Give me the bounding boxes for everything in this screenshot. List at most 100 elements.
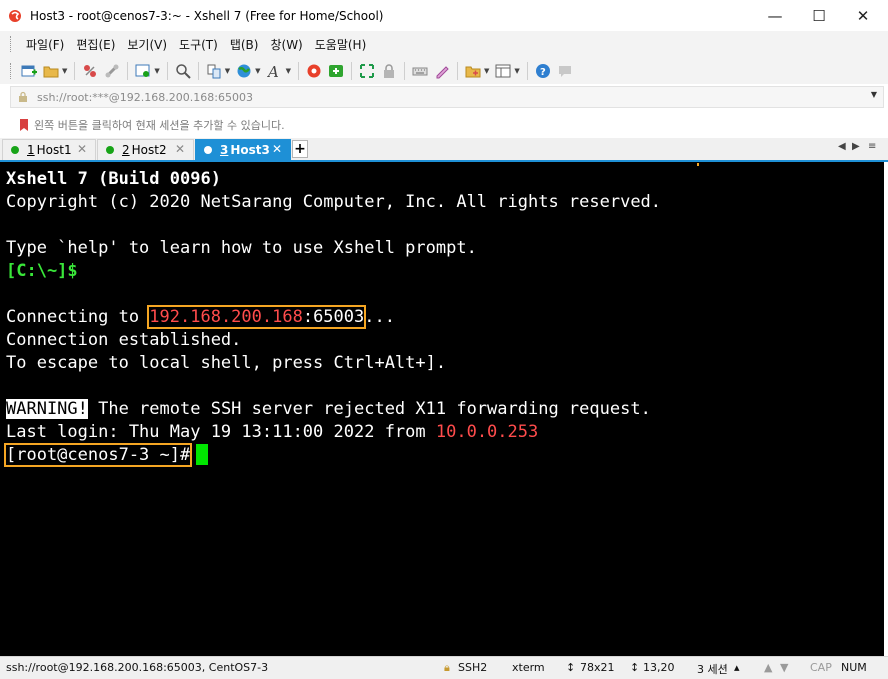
add-tab-button[interactable]: +: [292, 140, 308, 158]
compose-icon[interactable]: [433, 62, 451, 80]
transfer-dropdown-icon[interactable]: ▼: [225, 67, 230, 75]
toolbar-separator: [526, 61, 528, 80]
address-dropdown-icon[interactable]: ▼: [871, 90, 877, 99]
terminal-text: Last login: Thu May 19 13:11:00 2022 fro…: [6, 422, 436, 442]
status-session: ssh://root@192.168.200.168:65003, CentOS…: [6, 661, 269, 674]
connected-status-icon: [204, 146, 212, 154]
status-sessions: 3 세션: [697, 663, 728, 676]
host-address-highlight: 192.168.200.168:65003: [147, 305, 367, 329]
terminal[interactable]: Xshell 7 (Build 0096) Copyright (c) 2020…: [0, 162, 884, 656]
xshell-app-icon: [9, 9, 21, 22]
bookmark-flag-icon[interactable]: [18, 118, 30, 132]
add-session-folder-icon[interactable]: [464, 62, 482, 80]
globe-icon[interactable]: [235, 62, 253, 80]
transfer-icon[interactable]: [205, 62, 223, 80]
toolbar-grip: [10, 62, 14, 79]
font-icon[interactable]: A: [266, 62, 284, 80]
layout-icon[interactable]: [494, 62, 512, 80]
menu-window[interactable]: 창(W): [264, 36, 308, 53]
marker-dot: [697, 163, 699, 166]
chat-icon[interactable]: [556, 62, 574, 80]
terminal-text: ...: [364, 307, 395, 327]
toolbar-separator: [166, 61, 168, 80]
menu-tools[interactable]: 도구(T): [173, 36, 224, 53]
host-ip: 192.168.200.168: [149, 307, 303, 327]
minimize-button[interactable]: —: [752, 0, 798, 31]
terminal-scrollbar[interactable]: [884, 162, 888, 656]
ssh-lock-icon: 🔒︎: [444, 661, 450, 674]
maximize-button[interactable]: ☐: [796, 0, 842, 31]
terminal-line: Type `help' to learn how to use Xshell p…: [6, 238, 477, 258]
menubar-grip: [10, 36, 14, 52]
tab-bar: 1 Host1 ✕ 2 Host2 ✕ 3 Host3 ✕ + ◀ ▶ ≡: [0, 138, 888, 162]
open-folder-icon[interactable]: [42, 62, 60, 80]
status-cursor-pos: 13,20: [643, 661, 675, 674]
address-bar[interactable]: ssh://root:***@192.168.200.168:65003 ▼: [10, 86, 884, 108]
terminal-line: Last login: Thu May 19 13:11:00 2022 fro…: [6, 421, 884, 444]
session-folder-dropdown-icon[interactable]: ▼: [484, 67, 489, 75]
terminal-line: Xshell 7 (Build 0096): [6, 169, 221, 189]
connected-status-icon: [106, 146, 114, 154]
menu-help[interactable]: 도움말(H): [309, 36, 373, 53]
status-up-arrow-icon[interactable]: ▲: [764, 661, 772, 674]
xshell-icon[interactable]: [305, 62, 323, 80]
tab-close-icon[interactable]: ✕: [77, 142, 87, 156]
tab-host1[interactable]: 1 Host1 ✕: [2, 139, 96, 160]
tab-host2[interactable]: 2 Host2 ✕: [97, 139, 194, 160]
tab-label: Host2: [131, 143, 167, 157]
menu-view[interactable]: 보기(V): [121, 36, 173, 53]
toolbar-separator: [127, 61, 129, 80]
layout-dropdown-icon[interactable]: ▼: [514, 67, 519, 75]
connected-status-icon: [11, 146, 19, 154]
new-session-icon[interactable]: [20, 62, 38, 80]
size-icon: ↕: [566, 661, 576, 674]
toolbar-separator: [456, 61, 458, 80]
title-bar: Host3 - root@cenos7-3:~ - Xshell 7 (Free…: [0, 0, 888, 31]
find-icon[interactable]: [174, 62, 192, 80]
menu-file[interactable]: 파일(F): [20, 36, 70, 53]
status-down-arrow-icon[interactable]: ▼: [780, 661, 788, 674]
tab-close-icon[interactable]: ✕: [175, 142, 185, 156]
toolbar: ▼ ▼ ▼ ▼ A ▼ ▼ ▼ ?: [0, 57, 888, 84]
terminal-line: [root@cenos7-3 ~]#: [3, 443, 884, 467]
terminal-line: Copyright (c) 2020 NetSarang Computer, I…: [6, 192, 662, 212]
properties-dropdown-icon[interactable]: ▼: [154, 67, 159, 75]
tab-host3[interactable]: 3 Host3 ✕: [195, 139, 291, 160]
tab-label: Host3: [230, 143, 270, 157]
terminal-text: Connecting to: [6, 307, 150, 327]
tab-prev-icon[interactable]: ◀: [838, 141, 846, 152]
globe-dropdown-icon[interactable]: ▼: [255, 67, 260, 75]
tab-next-icon[interactable]: ▶: [852, 141, 860, 152]
xftp-icon[interactable]: [327, 62, 345, 80]
menu-tab[interactable]: 탭(B): [224, 36, 265, 53]
last-login-ip: 10.0.0.253: [435, 422, 539, 442]
font-dropdown-icon[interactable]: ▼: [286, 67, 291, 75]
cursor-pos-icon: ↕: [630, 661, 640, 674]
address-input[interactable]: ssh://root:***@192.168.200.168:65003: [37, 91, 253, 104]
terminal-line: Connecting to 192.168.200.168:65003...: [6, 305, 884, 329]
tab-list-icon[interactable]: ≡: [868, 141, 876, 152]
terminal-cursor: [196, 444, 209, 465]
disconnect-icon[interactable]: [81, 62, 99, 80]
help-icon[interactable]: ?: [534, 62, 552, 80]
tab-label: Host1: [36, 143, 72, 157]
tab-close-icon[interactable]: ✕: [272, 142, 282, 156]
close-button[interactable]: ✕: [840, 0, 886, 31]
properties-icon[interactable]: [134, 62, 152, 80]
reconnect-icon[interactable]: [103, 62, 121, 80]
fullscreen-icon[interactable]: [358, 62, 376, 80]
lock-icon[interactable]: [380, 62, 398, 80]
keyboard-icon[interactable]: [411, 62, 429, 80]
menu-edit[interactable]: 편집(E): [70, 36, 121, 53]
hint-bar: 왼쪽 버튼을 클릭하여 현재 세션을 추가할 수 있습니다.: [10, 114, 884, 136]
terminal-text: The remote SSH server rejected X11 forwa…: [87, 399, 651, 419]
status-cap: CAP: [810, 661, 832, 674]
sessions-dropdown-icon[interactable]: ▴: [734, 661, 740, 674]
host-port: :65003: [302, 307, 365, 327]
toolbar-separator: [74, 61, 76, 80]
terminal-line: WARNING! The remote SSH server rejected …: [6, 398, 884, 421]
open-dropdown-icon[interactable]: ▼: [62, 67, 67, 75]
menu-bar: 파일(F) 편집(E) 보기(V) 도구(T) 탭(B) 창(W) 도움말(H): [0, 31, 888, 57]
window-title: Host3 - root@cenos7-3:~ - Xshell 7 (Free…: [30, 8, 384, 23]
